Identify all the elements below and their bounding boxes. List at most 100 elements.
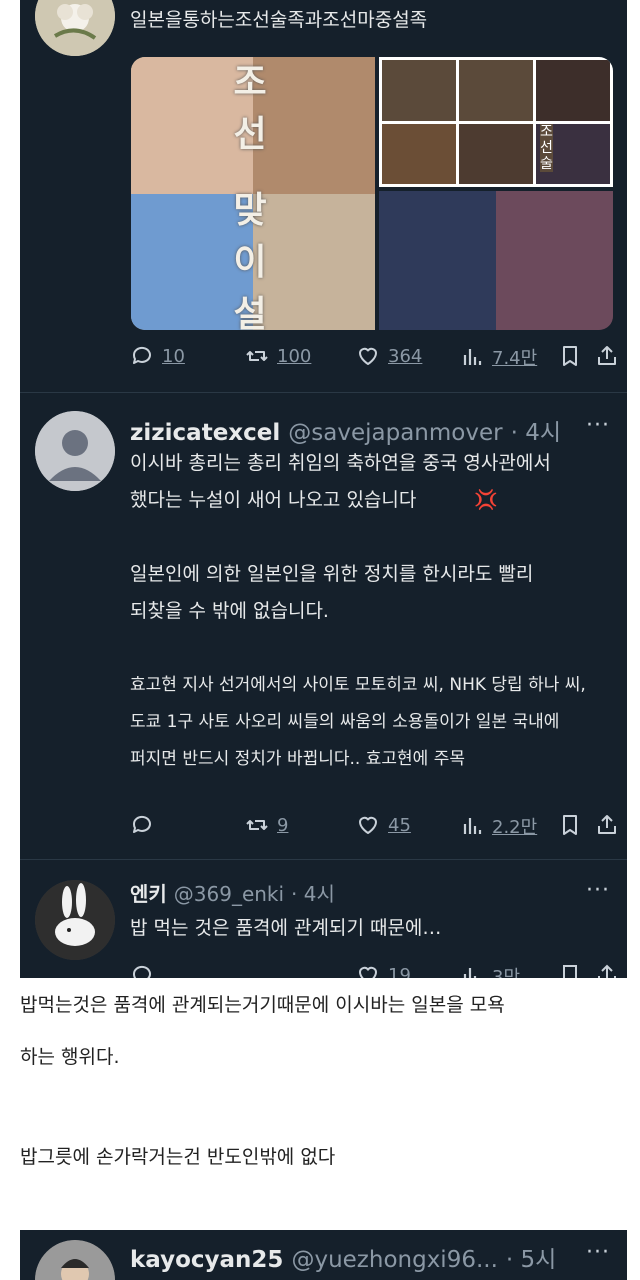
like-button[interactable]: 45	[356, 813, 411, 837]
anger-emoji-icon: 💢	[474, 489, 499, 511]
display-name[interactable]: zizicatexcel	[130, 420, 280, 446]
rabbit-avatar-icon	[35, 880, 115, 960]
default-avatar-icon	[35, 411, 115, 491]
reply-count: 10	[162, 345, 185, 367]
bookmark-icon	[563, 346, 577, 366]
views-icon	[463, 349, 482, 365]
tweet-actions: 10 100 364 7.4만	[130, 344, 616, 374]
more-options-button[interactable]: ···	[586, 1240, 610, 1265]
overlay-char: 조	[233, 62, 267, 103]
overlay-char: 설	[233, 294, 267, 330]
share-button[interactable]	[595, 813, 619, 837]
tweet-line: 퍼지면 반드시 정치가 바뀝니다.. 효고현에 주목	[130, 749, 465, 769]
media-image-top-right[interactable]: 조 선 술	[379, 57, 613, 187]
retweet-count: 9	[277, 814, 289, 836]
user-handle[interactable]: @369_enki	[174, 882, 284, 906]
avatar[interactable]	[35, 1240, 115, 1280]
tweet-line: 되찾을 수 밖에 없습니다.	[130, 600, 329, 622]
heart-icon	[359, 816, 377, 834]
person-avatar-icon	[35, 1240, 115, 1280]
like-count: 364	[388, 345, 423, 367]
bookmark-button[interactable]	[558, 813, 582, 837]
like-button[interactable]: 364	[356, 344, 422, 368]
share-icon	[598, 964, 616, 978]
like-count: 19	[388, 964, 411, 979]
avatar[interactable]	[35, 880, 115, 960]
share-button[interactable]	[595, 963, 619, 978]
tweet-line: 이시바 총리는 총리 취임의 축하연을 중국 영사관에서	[130, 452, 551, 474]
display-name[interactable]: 엔키	[130, 882, 167, 906]
caption-line: 밥먹는것은 품격에 관계되는거기때문에 이시바는 일본을 모욕	[20, 994, 505, 1016]
reply-button[interactable]	[130, 813, 154, 837]
reply-icon	[132, 346, 151, 364]
display-name[interactable]: kayocyan25	[130, 1247, 283, 1273]
tweet-actions: 19 3만	[130, 963, 616, 978]
bookmark-button[interactable]	[558, 963, 582, 978]
caption-line: 하는 행위다.	[20, 1046, 120, 1068]
reply-button[interactable]	[130, 963, 154, 978]
overlay-char: 술	[540, 155, 553, 172]
tweet-body: 이시바 총리는 총리 취임의 축하연을 중국 영사관에서 했다는 누설이 새어 …	[130, 445, 586, 778]
tweet-text: 일본을통하는조선술족과조선마중설족	[130, 9, 428, 31]
tweet-line: 효고현 지사 선거에서의 사이토 모토히코 씨, NHK 당립 하나 씨,	[130, 675, 586, 695]
reply-icon	[132, 965, 151, 978]
views-count: 2.2만	[492, 817, 538, 838]
overlay-char: 선	[233, 114, 267, 155]
overlay-char: 맞	[233, 190, 267, 231]
tweet-line: 일본인에 의한 일본인을 위한 정치를 한시라도 빨리	[130, 563, 534, 585]
media-image-bottom-right[interactable]	[379, 191, 613, 330]
bookmark-icon	[563, 815, 577, 835]
like-button[interactable]: 19	[356, 963, 411, 978]
timestamp[interactable]: · 5시	[506, 1247, 556, 1273]
retweet-icon	[246, 820, 268, 830]
retweet-count: 100	[277, 345, 312, 367]
like-count: 45	[388, 814, 411, 836]
tweet-screenshot-2: kayocyan25 @yuezhongxi96... · 5시 ···	[20, 1230, 627, 1280]
views-icon	[463, 818, 482, 834]
more-options-button[interactable]: ···	[586, 413, 610, 438]
tweet-line: 도쿄 1구 사토 사오리 씨들의 싸움의 소용돌이가 일본 국내에	[130, 712, 560, 732]
timestamp[interactable]: · 4시	[511, 420, 561, 446]
overlay-char: 선	[540, 139, 553, 156]
tweet-2[interactable]: zizicatexcel @savejapanmover · 4시 ··· 이시…	[20, 393, 627, 859]
heart-icon	[358, 966, 378, 978]
tweet-media[interactable]: 조 선 맞 이 설 조 선 술	[131, 57, 613, 330]
retweet-button[interactable]: 9	[245, 813, 288, 837]
overlay-char: 이	[233, 242, 267, 283]
retweet-button[interactable]: 100	[245, 344, 311, 368]
heart-icon	[359, 347, 377, 365]
reply-button[interactable]: 10	[130, 344, 185, 368]
media-image-left[interactable]: 조 선 맞 이 설	[131, 57, 375, 330]
reply-icon	[132, 815, 151, 833]
views-button[interactable]: 3만	[460, 963, 520, 978]
views-button[interactable]: 2.2만	[460, 813, 537, 839]
user-handle[interactable]: @yuezhongxi96...	[291, 1247, 497, 1273]
share-button[interactable]	[595, 344, 619, 368]
flower-avatar-icon	[35, 0, 115, 56]
views-count: 7.4만	[492, 348, 538, 369]
avatar[interactable]	[35, 0, 115, 56]
more-options-button[interactable]: ···	[586, 878, 610, 903]
share-icon	[598, 815, 616, 834]
views-icon	[463, 968, 477, 978]
tweet-3[interactable]: 엔키 @369_enki · 4시 ··· 밥 먹는 것은 품격에 관계되기 때…	[20, 860, 627, 978]
tweet-4[interactable]: kayocyan25 @yuezhongxi96... · 5시 ···	[20, 1230, 627, 1280]
share-icon	[598, 346, 616, 365]
tweet-text: 밥 먹는 것은 품격에 관계되기 때문에…	[130, 917, 442, 939]
retweet-icon	[246, 351, 268, 361]
tweet-line: 했다는 누설이 새어 나오고 있습니다	[130, 489, 417, 511]
avatar[interactable]	[35, 411, 115, 491]
bookmark-button[interactable]	[558, 344, 582, 368]
bookmark-icon	[563, 965, 577, 978]
timestamp[interactable]: · 4시	[291, 882, 335, 906]
user-handle[interactable]: @savejapanmover	[288, 420, 502, 446]
views-button[interactable]: 7.4만	[460, 344, 537, 370]
overlay-char: 조	[540, 123, 553, 140]
caption-line: 밥그릇에 손가락거는건 반도인밖에 없다	[20, 1146, 336, 1168]
tweet-1[interactable]: 일본을통하는조선술족과조선마중설족 조 선 맞 이 설 조 선 술 10 100…	[20, 0, 627, 392]
tweet-actions: 9 45 2.2만	[130, 813, 616, 843]
tweet-screenshot-1: 일본을통하는조선술족과조선마중설족 조 선 맞 이 설 조 선 술 10 100…	[20, 0, 627, 978]
views-count: 3만	[492, 967, 521, 978]
